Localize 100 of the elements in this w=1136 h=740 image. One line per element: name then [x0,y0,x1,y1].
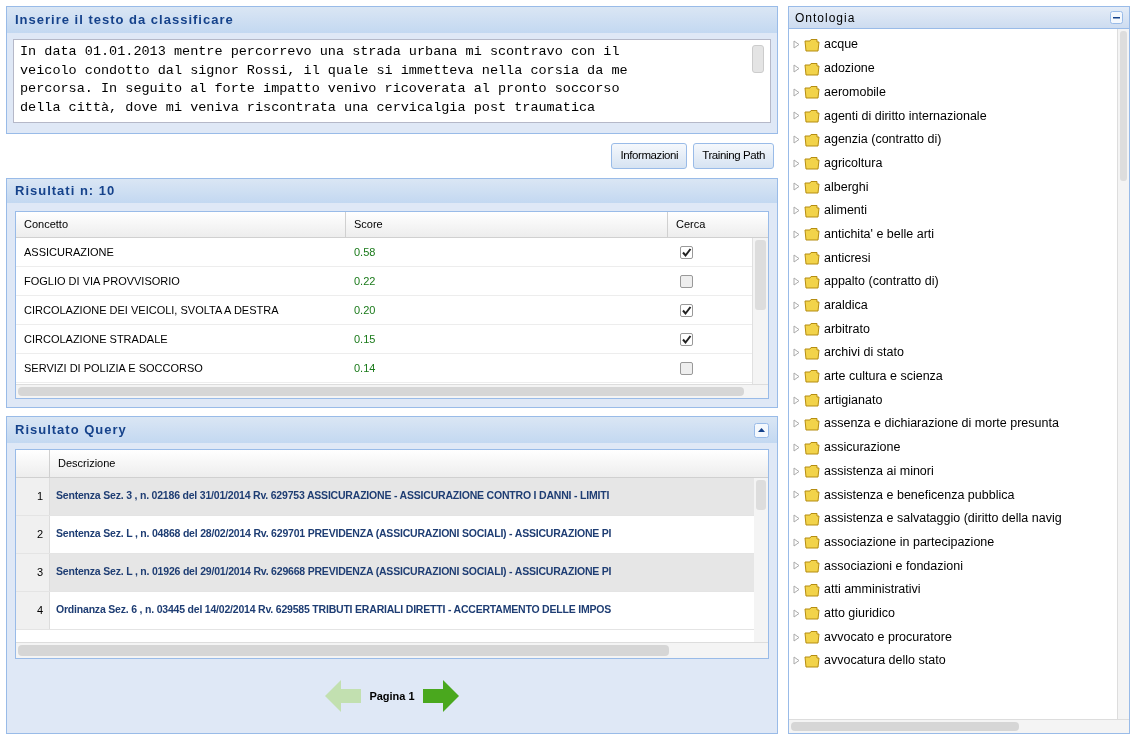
expand-icon[interactable] [793,514,800,524]
expand-icon[interactable] [793,656,800,666]
result-row[interactable]: 1 Sentenza Sez. 3 , n. 02186 del 31/01/2014 Rv. 629753 ASSICURAZIONE - ASSICURAZIONE CONTRO I DANNI - LIMITI [16,478,754,516]
expand-icon[interactable] [793,300,800,310]
tree-item[interactable]: agricoltura [824,153,883,173]
tree-item[interactable]: assistenza e beneficenza pubblica [824,485,1015,505]
tree-item[interactable]: archivi di stato [824,343,904,363]
scrollbar[interactable] [752,238,768,384]
toolbar-button[interactable]: Informazioni [611,143,688,169]
tree-item[interactable]: anticresi [824,248,871,268]
expand-icon[interactable] [793,371,800,381]
expand-icon[interactable] [793,348,800,358]
tree-item[interactable]: assistenza ai minori [824,461,934,481]
tree-item[interactable]: avvocatura dello stato [824,651,946,671]
scrollbar[interactable] [754,478,768,642]
row-number: 1 [16,478,50,515]
tree-item[interactable]: assicurazione [824,438,901,457]
expand-icon[interactable] [793,561,800,571]
checkbox[interactable] [680,361,693,375]
tree-item[interactable]: alimenti [824,201,868,221]
tree-item[interactable]: agenzia (contratto di) [824,130,942,149]
expand-icon[interactable] [793,158,800,168]
folder-icon [804,345,820,360]
checkbox[interactable] [680,274,693,288]
tree-item[interactable]: antichita' e belle arti [824,224,935,244]
expand-icon[interactable] [793,395,800,405]
tree-item[interactable]: arte cultura e scienza [824,367,943,386]
folder-icon [804,274,820,289]
horizontal-scrollbar[interactable] [16,642,768,658]
folder-icon [804,393,820,408]
folder-icon [804,132,820,147]
folder-icon [804,369,820,384]
tree-item[interactable]: avvocato e procuratore [824,627,952,647]
panel-title: Risultati n: 10 [7,179,777,203]
table-cell-text: 0.14 [353,360,377,376]
expand-icon[interactable] [793,324,800,334]
text-input-field[interactable]: In data 01.01.2013 mentre percorrevo una strada urbana mi scontravo con il veicolo condotto dal signor Rossi, il quale si immetteva nella corsia da me percorsa. In seguito al forte impatto venivo ricoverata al pronto soccorso della città, dove mi veniva riscontrata una cervicalgia post traumatica [13,39,771,123]
tree-item[interactable]: adozione [824,59,875,78]
table-cell-text: Ordinanza Sez. 6 , n. 03445 del 14/02/2014 Rv. 629585 TRIBUTI ERARIALI DIRETTI - ACCERTAMENTO DELLE IMPOS [55,602,612,617]
expand-icon[interactable] [793,40,800,50]
expand-icon[interactable] [793,608,800,618]
scrollbar[interactable] [1117,29,1129,719]
table-cell-text: CIRCOLAZIONE STRADALE [23,331,169,347]
expand-icon[interactable] [793,64,800,74]
expand-icon[interactable] [793,277,800,287]
checkbox[interactable] [680,245,693,259]
horizontal-scrollbar[interactable] [16,384,768,398]
row-number: 3 [16,554,50,591]
result-row[interactable]: 2 Sentenza Sez. L , n. 04868 del 28/02/2014 Rv. 629701 PREVIDENZA (ASSICURAZIONI SOCIALI) - ASSICURAZIONE PI [16,516,754,554]
expand-icon[interactable] [793,111,800,121]
tree-item[interactable]: artigianato [824,390,883,410]
tree-item[interactable]: alberghi [824,177,869,197]
folder-icon [804,85,820,100]
table-cell-text: 0.20 [353,302,377,318]
tree-item[interactable]: assistenza e salvataggio (diritto della navig [824,509,1062,528]
column-header[interactable]: Concetto [16,212,346,237]
scrollbar[interactable] [752,45,764,73]
expand-icon[interactable] [793,206,800,216]
tree-item[interactable]: araldica [824,296,868,315]
table-cell-text: Sentenza Sez. L , n. 04868 del 28/02/2014 Rv. 629701 PREVIDENZA (ASSICURAZIONI SOCIALI) - ASSICURAZIONE PI [55,526,612,541]
expand-icon[interactable] [793,229,800,239]
result-row[interactable]: 3 Sentenza Sez. L , n. 01926 del 29/01/2014 Rv. 629668 PREVIDENZA (ASSICURAZIONI SOCIALI) - ASSICURAZIONE PI [16,554,754,592]
result-row[interactable]: 4 Ordinanza Sez. 6 , n. 03445 del 14/02/2014 Rv. 629585 TRIBUTI ERARIALI DIRETTI - ACCERTAMENTO DELLE IMPOS [16,592,754,630]
tree-item[interactable]: associazioni e fondazioni [824,556,963,576]
tree-item[interactable]: agenti di diritto internazionale [824,106,987,126]
tree-item[interactable]: atto giuridico [824,603,895,623]
folder-icon [804,179,820,194]
folder-icon [804,606,820,621]
checkbox[interactable] [680,303,693,317]
expand-icon[interactable] [793,135,800,145]
folder-icon [804,558,820,573]
expand-icon[interactable] [793,585,800,595]
tree-item[interactable]: aeromobile [824,82,886,102]
collapse-icon[interactable] [754,422,769,438]
expand-icon[interactable] [793,182,800,192]
tree-item[interactable]: appalto (contratto di) [824,272,939,292]
expand-icon[interactable] [793,443,800,453]
column-header[interactable]: Cerca [668,212,744,237]
expand-icon[interactable] [793,253,800,263]
column-header[interactable]: Score [346,212,668,237]
panel-title: Ontologia [795,9,856,27]
tree-item[interactable]: acque [824,35,859,55]
checkbox[interactable] [680,332,693,346]
tree-item[interactable]: atti amministrativi [824,580,921,600]
expand-icon[interactable] [793,466,800,476]
tree-item[interactable]: assenza e dichiarazione di morte presunta [824,414,1059,434]
expand-icon[interactable] [793,632,800,642]
collapse-icon[interactable] [1110,11,1123,24]
tree-item[interactable]: associazione in partecipazione [824,532,995,552]
table-cell-text: CIRCOLAZIONE DEI VEICOLI, SVOLTA A DESTRA [23,302,280,318]
table-cell-text: SERVIZI DI POLIZIA E SOCCORSO [23,360,204,376]
horizontal-scrollbar[interactable] [789,719,1129,733]
expand-icon[interactable] [793,87,800,97]
toolbar-button[interactable]: Training Path [693,143,774,169]
expand-icon[interactable] [793,490,800,500]
expand-icon[interactable] [793,419,800,429]
folder-icon [804,61,820,76]
expand-icon[interactable] [793,537,800,547]
tree-item[interactable]: arbitrato [824,319,870,339]
folder-icon [804,464,820,479]
